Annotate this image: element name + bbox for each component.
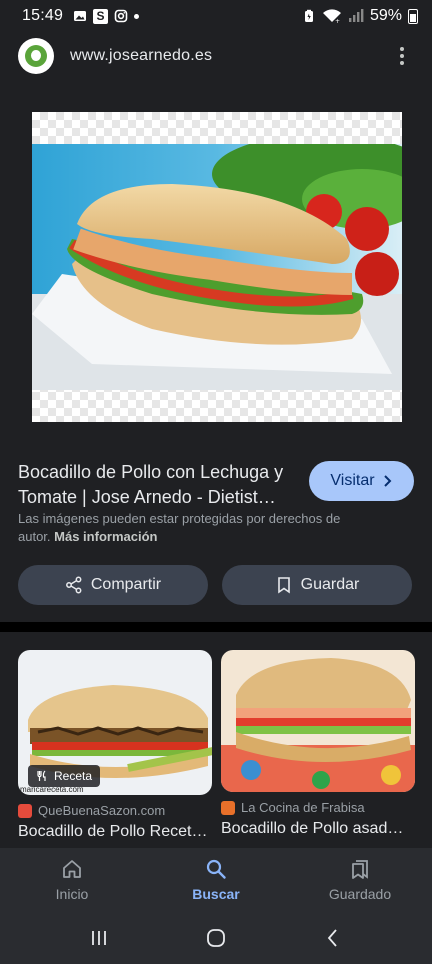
thumbnail-watermark: maricareceta.com [20,785,84,794]
visit-label: Visitar [330,472,375,489]
site-header: www.josearnedo.es [0,32,432,80]
related-source: La Cocina de Frabisa [221,800,415,815]
system-navigation [0,912,432,964]
site-url[interactable]: www.josearnedo.es [70,47,212,65]
gallery-icon [74,11,87,21]
sandwich-photo[interactable] [32,144,402,390]
source-name: QueBuenaSazon.com [38,803,166,818]
more-info-link[interactable]: Más información [54,529,157,544]
sandwich-thumbnail-2 [221,650,415,792]
nav-item-search[interactable]: Buscar [144,848,288,912]
source-favicon [221,800,235,815]
save-label: Guardar [300,576,360,593]
svg-text:+: + [335,18,340,24]
recent-apps-icon[interactable] [88,927,110,949]
instagram-icon [114,9,128,23]
visit-button[interactable]: Visitar [309,461,414,501]
status-time: 15:49 [22,7,64,24]
battery-saver-icon [304,9,313,22]
nav-item-home[interactable]: Inicio [0,848,144,912]
share-icon [65,576,82,594]
image-preview-panel: Bocadillo de Pollo con Lechuga y Tomate … [0,80,432,622]
image-frame[interactable] [32,112,402,422]
signal-icon [348,9,364,22]
wifi-icon: + [322,9,341,24]
nav-label-saved: Guardado [328,886,392,902]
search-icon [206,859,226,879]
related-title[interactable]: Bocadillo de Pollo Recet… [18,823,208,841]
copyright-notice: Las imágenes pueden estar protegidas por… [18,510,368,546]
notification-icons: S [73,8,140,24]
battery-percent: 59% [369,7,402,24]
related-images: Receta maricareceta.com QueBuenaSazon.co… [0,632,432,848]
recipe-badge: Receta [28,765,101,787]
more-options-icon[interactable] [390,44,414,68]
system-indicators: + 59% [302,7,418,25]
battery-icon [408,8,418,24]
related-thumbnail[interactable] [221,650,415,792]
more-notifications-dot [134,13,140,19]
source-name: La Cocina de Frabisa [241,800,365,815]
back-icon[interactable] [322,927,344,949]
recipe-badge-label: Receta [54,769,93,783]
saved-icon [352,860,368,879]
related-thumbnail[interactable]: Receta maricareceta.com [18,650,212,795]
nav-label-home: Inicio [55,886,89,902]
related-title[interactable]: Bocadillo de Pollo asado… [221,820,411,838]
section-divider [0,622,432,632]
share-label: Compartir [90,576,162,593]
nav-label-search: Buscar [192,886,240,902]
share-button[interactable]: Compartir [18,565,208,605]
save-button[interactable]: Guardar [222,565,412,605]
related-card[interactable]: La Cocina de Frabisa Bocadillo de Pollo … [221,650,415,838]
home-icon [63,860,81,878]
bottom-navigation: Inicio Buscar Guardado [0,848,432,912]
home-button-icon[interactable] [205,927,227,949]
source-favicon [18,803,32,818]
nav-item-saved[interactable]: Guardado [288,848,432,912]
s-app-icon: S [93,8,109,24]
chevron-right-icon [383,475,391,487]
bookmark-icon [277,577,290,594]
site-logo[interactable] [18,38,54,74]
status-bar: 15:49 S + 59% [0,0,432,32]
cutlery-icon [37,770,46,781]
result-title[interactable]: Bocadillo de Pollo con Lechuga y Tomate … [18,460,298,510]
related-source: QueBuenaSazon.com [18,803,212,818]
related-card[interactable]: Receta maricareceta.com QueBuenaSazon.co… [18,650,212,841]
